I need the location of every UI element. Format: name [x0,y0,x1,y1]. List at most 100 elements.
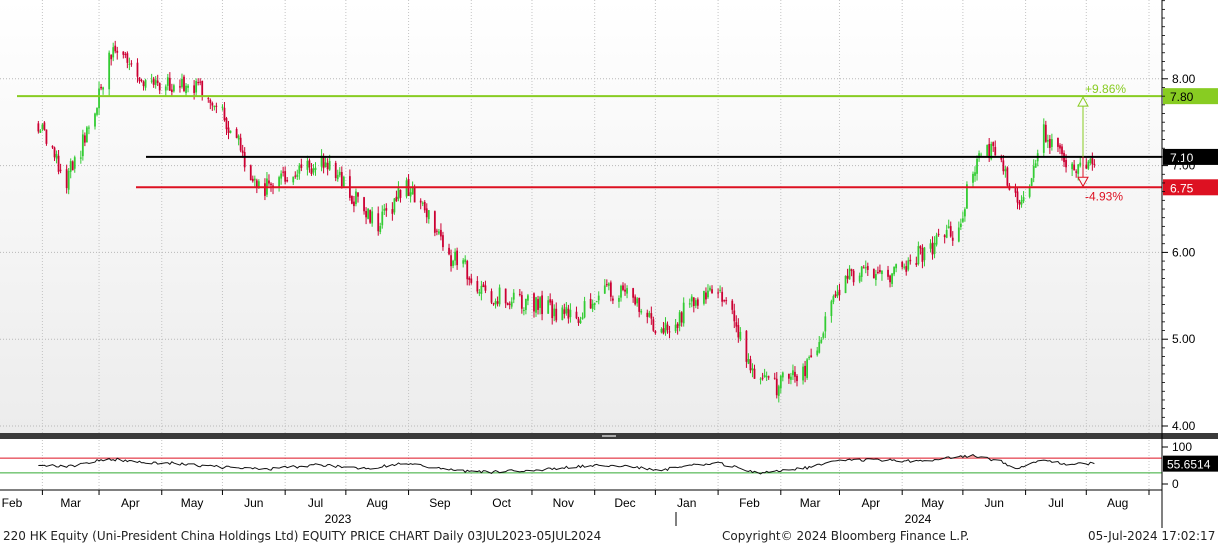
candle-body [478,292,481,294]
candle-body [122,51,125,55]
candle-body [937,233,940,235]
candle-body [605,284,608,286]
candle-body [282,171,285,173]
candle-body [597,295,600,301]
oscillator-plot-area [0,440,1162,490]
candle-body [411,187,414,195]
candle-body [591,303,594,309]
candle-body [1032,166,1035,178]
candle-body [1085,164,1088,169]
candle-body [249,165,252,181]
candle-body [152,78,155,85]
candle-body [749,359,752,371]
candle-body [494,301,497,305]
candle-body [1073,164,1076,171]
candle-body [156,80,159,83]
candle-body [355,191,357,205]
candle-body [53,147,56,158]
candle-body [314,167,317,171]
candle-body [796,375,798,382]
candle-body [660,328,663,333]
candle-body [41,124,44,130]
candle-body [852,270,855,283]
candle-body [211,102,214,106]
candle-body [603,285,606,294]
candle-body [508,303,511,305]
y-tick-label: 6.00 [1172,245,1196,259]
candle-body [278,177,280,187]
candle-body [201,80,204,96]
candle-body [881,270,883,275]
candle-body [324,162,327,167]
x-tick-label: Oct [492,496,511,510]
osc-y-tick-label: 0 [1172,477,1179,491]
candle-body [1061,146,1063,155]
candle-body [197,82,200,84]
candle-body [935,235,938,245]
x-tick-label: Jul [1048,496,1063,510]
candle-body [440,229,442,237]
candle-body [342,176,345,187]
candle-body [448,247,450,255]
candle-body [893,266,895,275]
candle-body [563,309,566,315]
x-tick-label: Nov [553,496,574,510]
candle-body [818,342,821,353]
candle-body [761,377,764,379]
candle-body [830,301,833,316]
candle-body [286,179,289,182]
candle-body [423,201,426,211]
candle-body [1077,164,1080,174]
candle-body [1028,188,1031,197]
candle-body [308,160,311,168]
candle-body [114,45,117,52]
candle-body [555,308,558,321]
candle-body [646,312,649,318]
candle-body [442,235,444,248]
x-tick-label: May [181,496,204,510]
candle-body [662,328,665,334]
candle-body [172,85,175,92]
candle-body [225,118,228,130]
candle-body [794,371,796,377]
candle-body [903,266,906,268]
candle-body [55,153,58,159]
main-plot-area [0,0,1162,435]
candle-body [864,267,867,269]
candle-body [71,161,74,171]
candle-body [69,161,72,172]
candle-body [187,85,189,88]
upper-target-tag-label: 7.80 [1170,90,1194,104]
candle-body [943,235,946,238]
candle-body [520,295,523,309]
candle-body [100,86,102,89]
candle-body [264,183,266,196]
candle-body [874,274,877,280]
candle-body [593,302,596,306]
y-tick-label: 8.00 [1172,72,1196,86]
candle-body [992,142,995,146]
candle-body [166,77,169,86]
candle-body [1030,178,1033,186]
candle-body [59,169,62,171]
candle-body [933,242,936,254]
candle-body [775,378,778,396]
candle-body [1065,159,1067,168]
candle-body [221,106,224,108]
candle-body [707,290,709,298]
candle-body [1006,167,1009,186]
candle-body [464,259,467,263]
candle-body [435,230,438,232]
candle-body [1018,201,1021,205]
candle-body [848,268,851,280]
candle-body [73,157,76,169]
candle-body [322,156,325,169]
candle-body [85,127,88,143]
candle-body [251,178,254,182]
candle-body [199,81,202,83]
candle-body [945,229,948,238]
candle-body [518,293,521,295]
candle-body [735,322,738,327]
price-chart[interactable]: 7.80 +9.86% 7.10 6.75 -4.93% 55.6514 4.00 5.0… [0,0,1218,545]
candle-body [682,302,685,324]
